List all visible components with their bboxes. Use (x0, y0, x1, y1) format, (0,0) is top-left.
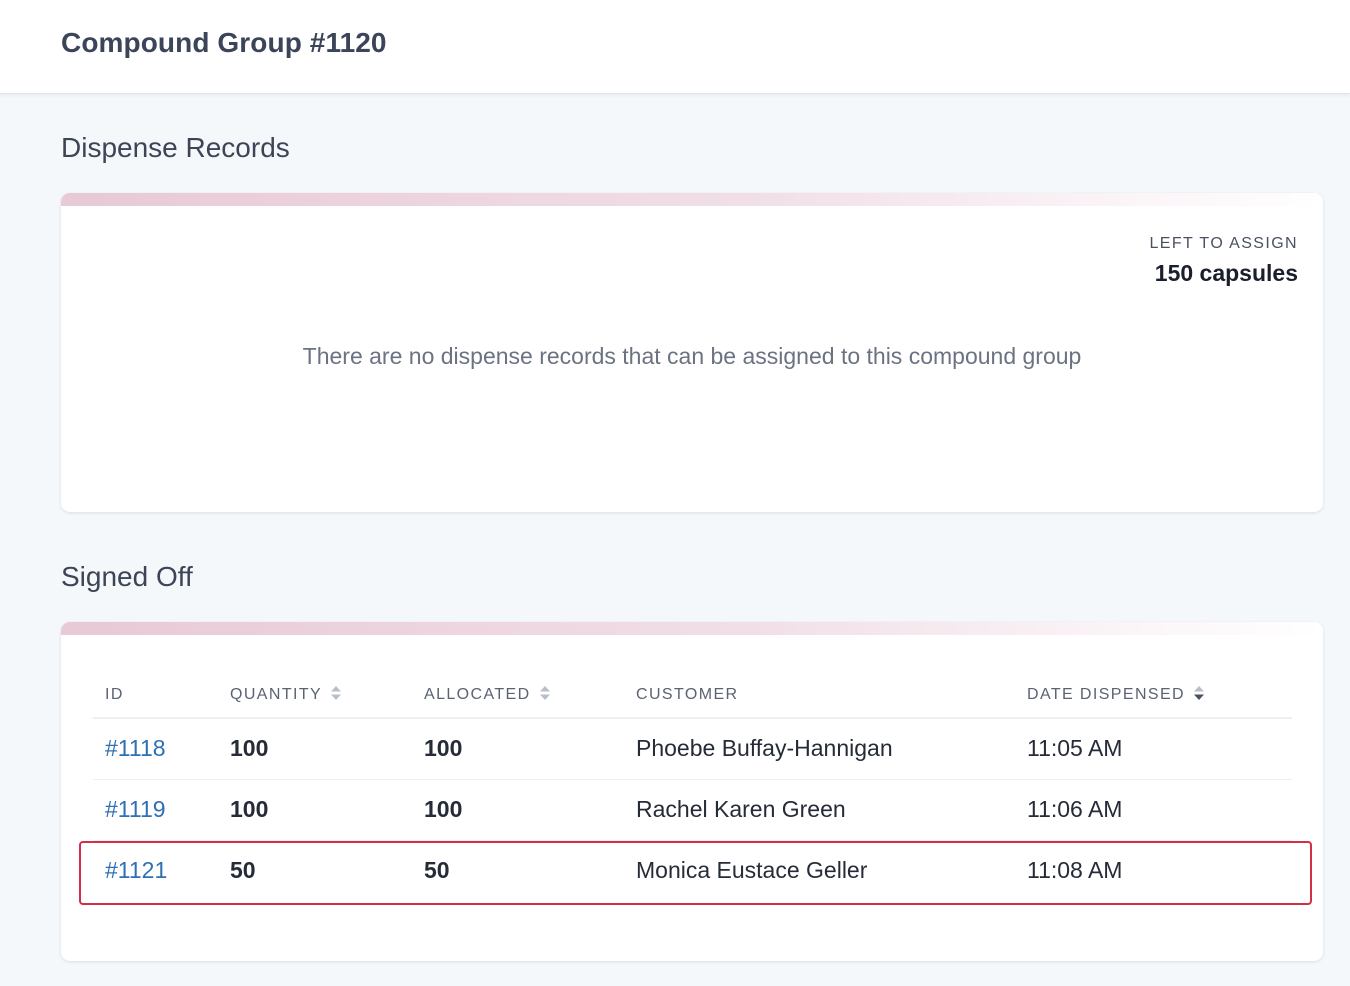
customer-cell: Phoebe Buffay-Hannigan (624, 718, 1015, 780)
customer-cell: Rachel Karen Green (624, 779, 1015, 841)
customer-cell: Monica Eustace Geller (636, 857, 868, 884)
signed-off-title: Signed Off (61, 561, 193, 592)
left-to-assign-value: 150 capsules (1154, 260, 1298, 286)
table-header-row: ID QUANTITY ALLOCATED CUSTOMER DATE DISP… (93, 672, 1292, 719)
record-id-link[interactable]: #1119 (105, 796, 166, 822)
column-header-id: ID (93, 672, 218, 719)
sort-icon[interactable] (330, 685, 342, 701)
top-bar: Compound Group #1120 (0, 0, 1350, 94)
row-id-cell[interactable]: #1119 (93, 779, 218, 841)
column-header-quantity[interactable]: QUANTITY (218, 672, 412, 719)
sort-icon[interactable] (539, 685, 551, 701)
dispense-records-title: Dispense Records (61, 132, 290, 163)
date-dispensed-cell: 11:05 AM (1015, 718, 1292, 780)
date-dispensed-cell: 11:08 AM (1027, 857, 1123, 884)
sort-desc-icon[interactable] (1193, 685, 1205, 701)
column-header-allocated[interactable]: ALLOCATED (412, 672, 624, 719)
table-row: #1121 50 50 Monica Eustace Geller 11:08 … (93, 840, 1292, 901)
card-accent-bar (61, 193, 1323, 206)
date-dispensed-cell: 11:06 AM (1015, 779, 1292, 841)
signed-off-table: ID QUANTITY ALLOCATED CUSTOMER DATE DISP… (93, 672, 1292, 901)
left-to-assign-label: LEFT TO ASSIGN (1149, 235, 1298, 252)
quantity-cell: 50 (230, 857, 256, 884)
allocated-cell: 100 (412, 718, 624, 780)
dispense-records-card: LEFT TO ASSIGN 150 capsules There are no… (61, 193, 1323, 512)
allocated-cell: 100 (412, 779, 624, 841)
table-row: #1118 100 100 Phoebe Buffay-Hannigan 11:… (93, 718, 1292, 780)
page-title: Compound Group #1120 (61, 27, 387, 58)
signed-off-card: ID QUANTITY ALLOCATED CUSTOMER DATE DISP… (61, 622, 1323, 961)
card-accent-bar (61, 622, 1323, 635)
row-id-cell[interactable]: #1118 (93, 718, 218, 780)
quantity-cell: 100 (218, 779, 412, 841)
quantity-cell: 100 (218, 718, 412, 780)
column-header-customer: CUSTOMER (624, 672, 1015, 719)
record-id-link[interactable]: #1121 (105, 857, 167, 883)
row-id-cell[interactable]: #1121 (93, 840, 218, 901)
record-id-link[interactable]: #1118 (105, 735, 166, 761)
table-row: #1119 100 100 Rachel Karen Green 11:06 A… (93, 779, 1292, 841)
allocated-cell: 50 (424, 857, 450, 884)
empty-state-message: There are no dispense records that can b… (302, 343, 1082, 369)
column-header-date-dispensed[interactable]: DATE DISPENSED (1015, 672, 1292, 719)
